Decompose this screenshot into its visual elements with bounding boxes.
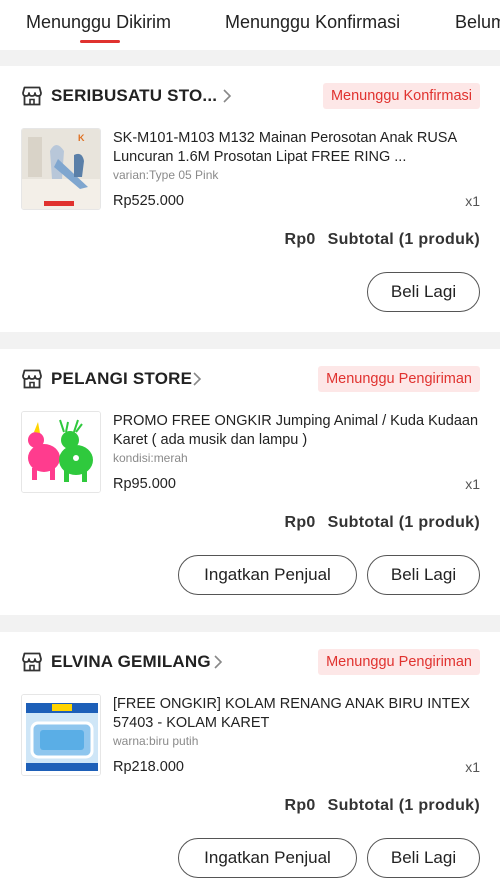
product-title[interactable]: SK-M101-M103 M132 Mainan Perosotan Anak … (113, 129, 483, 167)
store-name[interactable]: SERIBUSATU STO... (51, 86, 217, 106)
order-card: ELVINA GEMILANG Menunggu Pengiriman [FRE… (0, 632, 500, 879)
order-subtotal: Rp0 Subtotal (1 produk) (285, 514, 481, 532)
subtotal-label: Subtotal (1 produk) (327, 231, 480, 248)
store-icon (22, 369, 42, 389)
tab-menunggu-dikirim[interactable]: Menunggu Dikirim (26, 12, 171, 33)
product-quantity: x1 (465, 759, 480, 775)
subtotal-amount: Rp0 (284, 797, 316, 814)
product-thumbnail[interactable] (21, 694, 101, 776)
chevron-right-icon[interactable] (222, 88, 232, 104)
status-badge: Menunggu Konfirmasi (322, 83, 480, 109)
subtotal-amount: Rp0 (284, 514, 316, 531)
order-status-tabs: Menunggu Dikirim Menunggu Konfirmasi Bel… (0, 0, 500, 50)
product-price: Rp95.000 (113, 476, 176, 492)
chevron-right-icon[interactable] (192, 371, 202, 387)
product-price: Rp525.000 (113, 193, 184, 209)
order-subtotal: Rp0 Subtotal (1 produk) (285, 797, 481, 815)
remind-seller-button[interactable]: Ingatkan Penjual (178, 838, 357, 878)
subtotal-label: Subtotal (1 produk) (327, 514, 480, 531)
store-name[interactable]: ELVINA GEMILANG (51, 652, 211, 672)
product-variant: kondisi:merah (113, 451, 188, 465)
order-card: SERIBUSATU STO... Menunggu Konfirmasi K … (0, 66, 500, 332)
status-badge: Menunggu Pengiriman (318, 366, 480, 392)
store-icon (22, 86, 42, 106)
order-subtotal: Rp0 Subtotal (1 produk) (285, 231, 481, 249)
remind-seller-button[interactable]: Ingatkan Penjual (178, 555, 357, 595)
subtotal-amount: Rp0 (284, 231, 316, 248)
product-quantity: x1 (465, 193, 480, 209)
buy-again-button[interactable]: Beli Lagi (367, 272, 480, 312)
active-tab-indicator (80, 40, 120, 43)
svg-text:K: K (78, 133, 85, 143)
store-icon (22, 652, 42, 672)
product-variant: warna:biru putih (113, 734, 199, 748)
product-title[interactable]: PROMO FREE ONGKIR Jumping Animal / Kuda … (113, 412, 483, 450)
subtotal-label: Subtotal (1 produk) (327, 797, 480, 814)
store-name[interactable]: PELANGI STORE (51, 369, 192, 389)
tab-belum-dibayar[interactable]: Belum Dibayar (455, 12, 500, 33)
product-price: Rp218.000 (113, 759, 184, 775)
status-badge: Menunggu Pengiriman (318, 649, 480, 675)
product-title[interactable]: [FREE ONGKIR] KOLAM RENANG ANAK BIRU INT… (113, 695, 483, 733)
product-variant: varian:Type 05 Pink (113, 168, 219, 182)
tab-menunggu-konfirmasi[interactable]: Menunggu Konfirmasi (225, 12, 400, 33)
product-thumbnail[interactable]: K (21, 128, 101, 210)
product-quantity: x1 (465, 476, 480, 492)
chevron-right-icon[interactable] (213, 654, 223, 670)
buy-again-button[interactable]: Beli Lagi (367, 838, 480, 878)
product-thumbnail[interactable] (21, 411, 101, 493)
buy-again-button[interactable]: Beli Lagi (367, 555, 480, 595)
order-card: PELANGI STORE Menunggu Pengiriman PROMO … (0, 349, 500, 615)
